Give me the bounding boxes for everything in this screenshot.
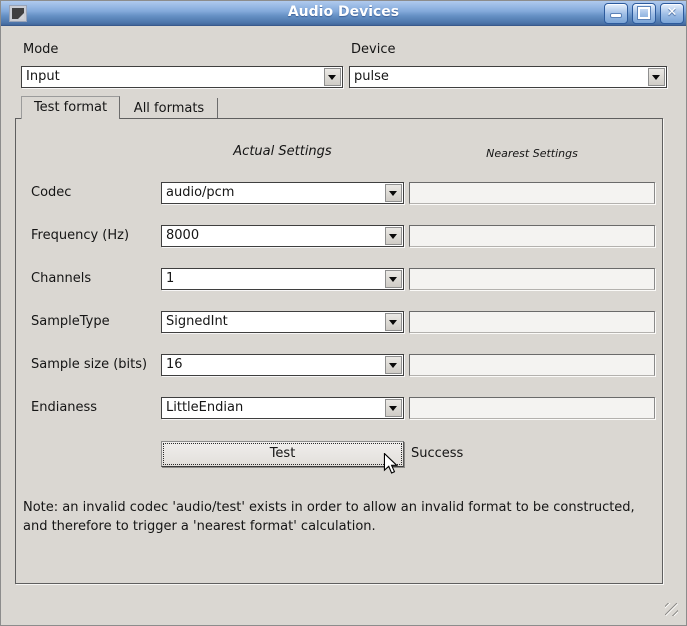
note-line-1: Note: an invalid codec 'audio/test' exis… [23,498,635,517]
minimize-button[interactable] [604,3,628,24]
nearest-samplesize-field [409,354,655,376]
titlebar[interactable]: Audio Devices ✕ [1,1,686,26]
chevron-down-icon [652,75,660,84]
nearest-channels-field [409,268,655,290]
note-line-2: and therefore to trigger a 'nearest form… [23,517,635,536]
actual-settings-header: Actual Settings [161,144,404,159]
chevron-down-icon [389,320,397,329]
nearest-codec-field [409,182,655,204]
endianess-label: Endianess [31,400,97,415]
close-icon: ✕ [661,5,683,20]
frequency-select[interactable]: 8000 [161,225,404,247]
channels-select[interactable]: 1 [161,268,404,290]
frequency-label: Frequency (Hz) [31,228,129,243]
tab-all-formats[interactable]: All formats [121,98,218,118]
nearest-sampletype-field [409,311,655,333]
codec-select[interactable]: audio/pcm [161,182,404,204]
channels-dropdown-button[interactable] [385,270,402,288]
minimize-icon [610,13,622,18]
nearest-endianess-field [409,397,655,419]
codec-select-value: audio/pcm [166,185,383,200]
window-title: Audio Devices [1,4,686,20]
audio-devices-window: Audio Devices ✕ Mode Input Device pulse … [0,0,687,626]
endianess-select-value: LittleEndian [166,400,383,415]
samplesize-select[interactable]: 16 [161,354,404,376]
samplesize-dropdown-button[interactable] [385,356,402,374]
device-dropdown-button[interactable] [648,68,665,86]
chevron-down-icon [389,234,397,243]
test-button[interactable]: Test [161,441,404,467]
endianess-dropdown-button[interactable] [385,399,402,417]
sampletype-dropdown-button[interactable] [385,313,402,331]
sampletype-select-value: SignedInt [166,314,383,329]
mode-select-value: Input [26,69,322,84]
resize-grip[interactable] [665,603,678,616]
mode-label: Mode [23,42,58,57]
sampletype-select[interactable]: SignedInt [161,311,404,333]
channels-label: Channels [31,271,91,286]
chevron-down-icon [328,75,336,84]
device-label: Device [351,42,395,57]
chevron-down-icon [389,277,397,286]
frequency-select-value: 8000 [166,228,383,243]
nearest-frequency-field [409,225,655,247]
frequency-dropdown-button[interactable] [385,227,402,245]
samplesize-label: Sample size (bits) [31,357,147,372]
note-text: Note: an invalid codec 'audio/test' exis… [23,498,635,536]
codec-dropdown-button[interactable] [385,184,402,202]
chevron-down-icon [389,363,397,372]
maximize-icon [638,7,650,19]
chevron-down-icon [389,191,397,200]
nearest-settings-header: Nearest Settings [409,147,655,160]
tab-test-format[interactable]: Test format [21,96,120,119]
samplesize-select-value: 16 [166,357,383,372]
chevron-down-icon [389,406,397,415]
maximize-button[interactable] [632,3,656,24]
mode-dropdown-button[interactable] [324,68,341,86]
sampletype-label: SampleType [31,314,110,329]
close-button[interactable]: ✕ [660,3,684,24]
device-select-value: pulse [354,69,646,84]
mode-select[interactable]: Input [21,66,343,88]
window-controls: ✕ [604,3,684,24]
status-text: Success [411,446,463,461]
device-select[interactable]: pulse [349,66,667,88]
codec-label: Codec [31,185,71,200]
endianess-select[interactable]: LittleEndian [161,397,404,419]
channels-select-value: 1 [166,271,383,286]
